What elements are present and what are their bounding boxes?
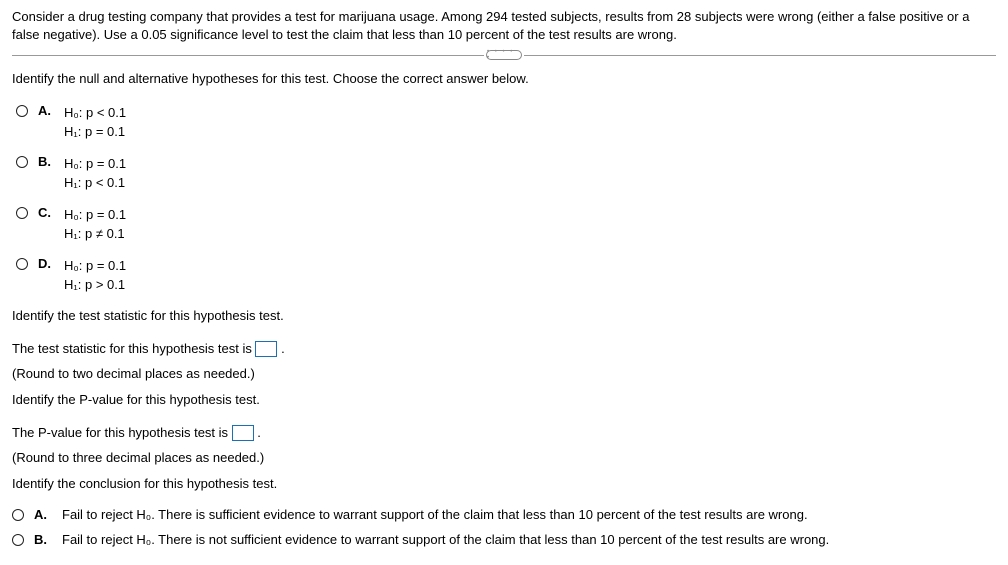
choice-content: H₀: p = 0.1 H₁: p < 0.1 [64, 154, 126, 193]
choice-letter: A. [38, 103, 54, 118]
hypothesis-h1: H₁: p < 0.1 [64, 173, 126, 193]
radio-icon[interactable] [16, 156, 28, 168]
hypothesis-h0: H₀: p = 0.1 [64, 256, 126, 276]
choice-letter: B. [38, 154, 54, 169]
hypothesis-h0: H₀: p < 0.1 [64, 103, 126, 123]
q4-choice-a[interactable]: A. Fail to reject H₀. There is sufficien… [12, 507, 996, 522]
q3-answer-line: The P-value for this hypothesis test is … [12, 423, 996, 444]
q3-answer-suffix: . [257, 425, 261, 440]
q1-prompt: Identify the null and alternative hypoth… [12, 70, 996, 88]
choice-content: H₀: p = 0.1 H₁: p > 0.1 [64, 256, 126, 295]
divider-handle-icon[interactable]: • • • • • [486, 50, 522, 60]
radio-icon[interactable] [16, 207, 28, 219]
hypothesis-h1: H₁: p > 0.1 [64, 275, 126, 295]
q2-answer-suffix: . [281, 341, 285, 356]
hypothesis-h1: H₁: p ≠ 0.1 [64, 224, 126, 244]
p-value-input[interactable] [232, 425, 254, 441]
q3-answer-prefix: The P-value for this hypothesis test is [12, 425, 232, 440]
choice-content: H₀: p < 0.1 H₁: p = 0.1 [64, 103, 126, 142]
choice-letter: C. [38, 205, 54, 220]
hypothesis-h0: H₀: p = 0.1 [64, 154, 126, 174]
choice-letter: D. [38, 256, 54, 271]
q2-answer-line: The test statistic for this hypothesis t… [12, 339, 996, 360]
q1-choices: A. H₀: p < 0.1 H₁: p = 0.1 B. H₀: p = 0.… [16, 103, 996, 295]
radio-icon[interactable] [16, 258, 28, 270]
q1-choice-a[interactable]: A. H₀: p < 0.1 H₁: p = 0.1 [16, 103, 996, 142]
q2-hint: (Round to two decimal places as needed.) [12, 366, 996, 381]
hypothesis-h0: H₀: p = 0.1 [64, 205, 126, 225]
choice-letter: B. [34, 532, 52, 547]
q2-prompt: Identify the test statistic for this hyp… [12, 307, 996, 325]
q2-answer-prefix: The test statistic for this hypothesis t… [12, 341, 255, 356]
radio-icon[interactable] [12, 534, 24, 546]
divider-line-left [12, 55, 484, 56]
test-statistic-input[interactable] [255, 341, 277, 357]
q1-choice-b[interactable]: B. H₀: p = 0.1 H₁: p < 0.1 [16, 154, 996, 193]
q3-prompt: Identify the P-value for this hypothesis… [12, 391, 996, 409]
q1-choice-c[interactable]: C. H₀: p = 0.1 H₁: p ≠ 0.1 [16, 205, 996, 244]
radio-icon[interactable] [12, 509, 24, 521]
divider-line-right [524, 55, 996, 56]
q4-prompt: Identify the conclusion for this hypothe… [12, 475, 996, 493]
choice-content: H₀: p = 0.1 H₁: p ≠ 0.1 [64, 205, 126, 244]
hypothesis-h1: H₁: p = 0.1 [64, 122, 126, 142]
conclusion-text: Fail to reject H₀. There is sufficient e… [62, 507, 808, 522]
conclusion-text: Fail to reject H₀. There is not sufficie… [62, 532, 829, 547]
choice-letter: A. [34, 507, 52, 522]
radio-icon[interactable] [16, 105, 28, 117]
q3-hint: (Round to three decimal places as needed… [12, 450, 996, 465]
q4-choice-b[interactable]: B. Fail to reject H₀. There is not suffi… [12, 532, 996, 547]
problem-statement: Consider a drug testing company that pro… [12, 8, 996, 44]
section-divider: • • • • • [12, 50, 996, 60]
q1-choice-d[interactable]: D. H₀: p = 0.1 H₁: p > 0.1 [16, 256, 996, 295]
